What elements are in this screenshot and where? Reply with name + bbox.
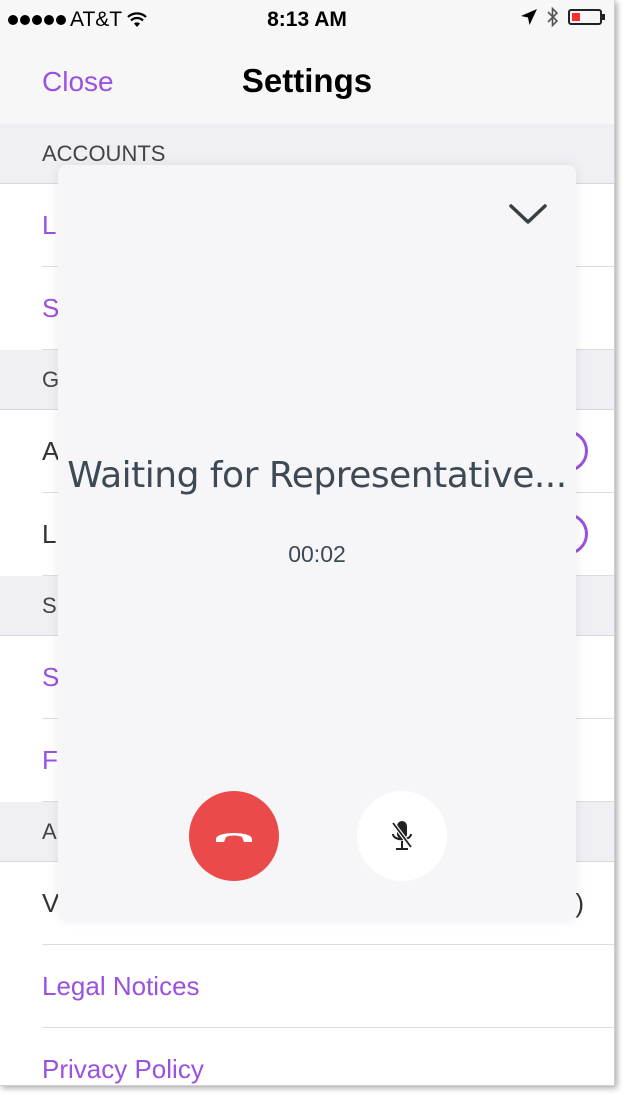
call-status-text: Waiting for Representative... [67,455,567,496]
chevron-down-icon[interactable] [508,203,548,227]
location-arrow-icon [521,9,537,25]
status-bar: AT&T 8:13 AM [0,0,614,40]
settings-row-label: A [42,436,60,466]
bluetooth-icon [547,6,559,28]
navigation-bar: Close Settings [0,40,614,125]
legal-notices-link[interactable]: Legal Notices [0,945,614,1028]
microphone-muted-icon [391,821,413,850]
privacy-policy-link[interactable]: Privacy Policy [0,1028,614,1085]
page-title: Settings [241,62,373,99]
call-overlay-card: Waiting for Representative... 00:02 [58,165,576,920]
status-right [520,6,605,28]
hang-up-button[interactable] [189,791,279,881]
settings-row-label: L [42,519,57,549]
mute-button[interactable] [357,791,447,881]
call-timer: 00:02 [288,541,346,567]
battery-icon [568,9,605,25]
battery-level-fill [572,13,580,21]
hang-up-phone-icon [216,833,252,842]
phone-screen: AT&T 8:13 AM Close Settings ACCOUNTS L S… [0,0,615,1086]
